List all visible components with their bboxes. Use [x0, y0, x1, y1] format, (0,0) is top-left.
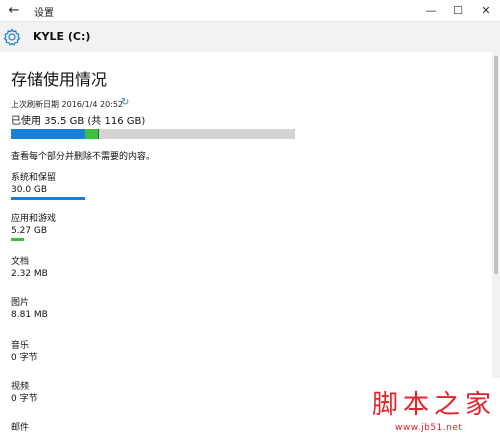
category-music[interactable]: 音乐 0 字节	[11, 340, 211, 364]
category-size: 8.81 MB	[11, 310, 48, 320]
window-title: 设置	[34, 8, 54, 19]
drive-name: KYLE (C:)	[33, 30, 91, 43]
back-arrow-icon[interactable]: ←	[4, 2, 24, 20]
watermark-url: www.jb51.net	[395, 423, 463, 433]
watermark-logo: 脚本之家	[372, 390, 497, 420]
close-button[interactable]: ✕	[473, 2, 499, 20]
usage-segment	[11, 129, 85, 139]
category-size: 2.32 MB	[11, 269, 48, 279]
refresh-icon[interactable]: ↻	[121, 97, 129, 108]
category-size: 30.0 GB	[11, 185, 48, 195]
category-size: 5.27 GB	[11, 226, 48, 236]
category-name: 系统和保留	[11, 173, 57, 183]
category-name: 文档	[11, 257, 30, 267]
category-size: 0 字节	[11, 394, 38, 404]
last-refreshed-text: 上次刷新日期 2016/1/4 20:52	[11, 100, 124, 109]
category-name: 应用和游戏	[11, 214, 57, 224]
usage-segment	[98, 129, 99, 139]
description-text: 查看每个部分并删除不需要的内容。	[11, 152, 156, 162]
used-summary: 已使用 35.5 GB (共 116 GB)	[11, 116, 146, 127]
category-documents[interactable]: 文档 2.32 MB	[11, 256, 211, 280]
storage-usage-bar	[11, 129, 295, 139]
category-system-reserved[interactable]: 系统和保留 30.0 GB	[11, 172, 211, 200]
category-videos[interactable]: 视频 0 字节	[11, 381, 211, 405]
scrollbar-thumb[interactable]	[494, 56, 498, 274]
category-name: 图片	[11, 298, 30, 308]
category-name: 音乐	[11, 341, 30, 351]
title-bar: ← 设置 — ☐ ✕	[0, 0, 500, 22]
category-usage-bar	[11, 238, 24, 241]
usage-segment	[85, 129, 98, 139]
category-mail[interactable]: 邮件	[11, 422, 211, 434]
category-size: 0 字节	[11, 353, 38, 363]
maximize-button[interactable]: ☐	[445, 2, 471, 20]
category-usage-bar	[11, 197, 85, 200]
page-header: KYLE (C:)	[0, 22, 500, 52]
page-title: 存储使用情况	[11, 70, 108, 89]
gear-icon	[3, 28, 21, 46]
category-name: 视频	[11, 382, 30, 392]
minimize-button[interactable]: —	[418, 2, 444, 20]
category-apps-games[interactable]: 应用和游戏 5.27 GB	[11, 213, 211, 241]
category-name: 邮件	[11, 423, 30, 433]
category-pictures[interactable]: 图片 8.81 MB	[11, 297, 211, 321]
